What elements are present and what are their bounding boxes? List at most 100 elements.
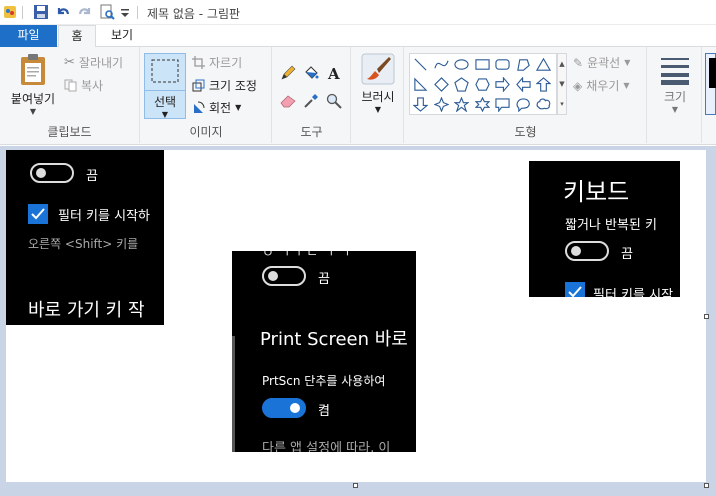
size-group: 크기 ▼	[648, 47, 702, 143]
redo-icon[interactable]	[77, 4, 93, 20]
paste-button[interactable]: 붙여넣기 ▼	[8, 53, 58, 116]
description-text: PrtScn 단추를 사용하여	[262, 374, 386, 388]
chevron-down-icon: ▼	[624, 58, 631, 67]
select-icon	[151, 59, 179, 83]
outline-label: 윤곽선	[587, 56, 621, 70]
brushes-group: 브러시 ▼	[352, 47, 404, 143]
rotate-icon	[194, 101, 205, 113]
ribbon-tabs: 파일 홈 보기	[0, 25, 716, 48]
pasted-screenshot-print-screen: ㅇ ㄱㄱ ㄴ ㄱ ㄱ 끔 Print Screen 바로 PrtScn 단추를 …	[232, 251, 416, 452]
right-arrow-shape-icon[interactable]	[495, 77, 510, 92]
curve-shape-icon[interactable]	[433, 57, 449, 72]
cloud-callout-icon[interactable]	[536, 97, 551, 112]
crop-label: 자르기	[209, 56, 243, 70]
oval-callout-icon[interactable]	[516, 97, 531, 112]
select-button[interactable]: 선택 ▼	[144, 53, 186, 119]
rotate-button[interactable]: 회전 ▼	[192, 99, 241, 116]
color1-button[interactable]	[705, 53, 716, 115]
undo-icon[interactable]	[55, 4, 71, 20]
checkbox-label: 필터 키를 시작	[593, 288, 674, 297]
left-arrow-shape-icon[interactable]	[515, 77, 531, 92]
tab-file[interactable]: 파일	[0, 25, 57, 47]
line-shape-icon[interactable]	[413, 57, 428, 72]
select-label: 선택	[145, 90, 185, 110]
rect-callout-icon[interactable]	[495, 97, 510, 112]
svg-text:A: A	[327, 65, 340, 81]
subheading: 짧거나 반복된 키	[565, 218, 657, 233]
rectangle-shape-icon[interactable]	[474, 57, 490, 72]
four-point-star-icon[interactable]	[433, 97, 449, 112]
fill-bucket-icon[interactable]	[303, 65, 319, 81]
clipped-text: ㅇ ㄱㄱ ㄴ ㄱ ㄱ	[262, 251, 351, 261]
rotate-label: 회전	[209, 101, 232, 115]
chevron-down-icon: ▼	[623, 81, 630, 90]
rounded-rect-shape-icon[interactable]	[495, 57, 510, 72]
chevron-down-icon: ▼	[29, 107, 37, 116]
fill-button[interactable]: ◈ 채우기 ▼	[573, 77, 630, 94]
toggle-state-label: 끔	[86, 169, 98, 184]
scrollbar	[232, 336, 235, 452]
section-heading: Print Screen 바로	[260, 329, 408, 350]
up-arrow-shape-icon[interactable]	[536, 77, 551, 92]
color-picker-icon[interactable]	[303, 93, 319, 109]
page-heading: 키보드	[563, 178, 630, 206]
cut-button[interactable]: ✂ 잘라내기	[64, 54, 123, 71]
right-triangle-shape-icon[interactable]	[413, 77, 428, 92]
polygon-shape-icon[interactable]	[516, 57, 531, 72]
canvas-resize-handle-bottom[interactable]	[353, 483, 358, 488]
clipboard-group-label: 클립보드	[47, 125, 92, 139]
color1-swatch	[709, 58, 716, 88]
clipboard-group: 붙여넣기 ▼ ✂ 잘라내기 복사 클립보드	[0, 47, 140, 143]
image-group-label: 이미지	[189, 125, 223, 139]
section-heading: 바로 가기 키 작	[28, 300, 145, 321]
checkmark-icon	[568, 286, 582, 297]
customize-toolbar-icon[interactable]	[120, 4, 130, 20]
shapes-gallery	[409, 53, 557, 115]
shapes-group: ▲ ▼ ▾ ✎ 윤곽선 ▼ ◈ 채우기 ▼ 도형	[405, 47, 647, 143]
fill-label: 채우기	[586, 79, 620, 93]
toggle-switch-on	[262, 398, 306, 418]
canvas-resize-handle-corner[interactable]	[704, 483, 709, 488]
down-arrow-shape-icon[interactable]	[413, 97, 428, 112]
resize-button[interactable]: 크기 조정	[192, 77, 257, 94]
triangle-shape-icon[interactable]	[536, 57, 551, 72]
magnifier-icon[interactable]	[326, 93, 342, 109]
shapes-scroll[interactable]: ▲ ▼ ▾	[557, 53, 567, 115]
brush-icon	[361, 53, 395, 85]
drawing-canvas[interactable]: 끔 필터 키를 시작하 오른쪽 <Shift> 키를 바로 가기 키 작 ㅇ ㄱ…	[6, 150, 706, 482]
crop-button[interactable]: 자르기	[192, 54, 242, 71]
window-title: 제목 없음 - 그림판	[147, 7, 241, 21]
tab-view[interactable]: 보기	[100, 25, 144, 47]
tab-home[interactable]: 홈	[58, 25, 96, 48]
pencil-icon[interactable]	[280, 65, 296, 81]
brushes-label: 브러시	[361, 90, 395, 104]
hint-text: 오른쪽 <Shift> 키를	[28, 237, 139, 251]
canvas-resize-handle-right[interactable]	[704, 314, 709, 319]
size-button[interactable]: 크기 ▼	[654, 55, 696, 114]
copy-button[interactable]: 복사	[64, 77, 103, 94]
tools-group: A 도구	[273, 47, 351, 143]
outline-button[interactable]: ✎ 윤곽선 ▼	[573, 54, 630, 71]
six-point-star-icon[interactable]	[474, 97, 490, 112]
resize-icon	[192, 79, 205, 92]
hexagon-shape-icon[interactable]	[474, 77, 490, 92]
shapes-group-label: 도형	[514, 125, 537, 139]
checkbox-label: 필터 키를 시작하	[58, 209, 150, 224]
print-preview-icon[interactable]	[99, 4, 115, 20]
outline-icon: ✎	[573, 55, 584, 70]
five-point-star-icon[interactable]	[454, 97, 469, 112]
diamond-shape-icon[interactable]	[433, 77, 449, 92]
ribbon: 붙여넣기 ▼ ✂ 잘라내기 복사 클립보드 선택 ▼ 자르기 크기 조정 회전 …	[0, 47, 716, 145]
oval-shape-icon[interactable]	[454, 57, 469, 72]
copy-label: 복사	[81, 79, 104, 93]
checkbox-checked	[565, 282, 585, 297]
text-icon[interactable]: A	[326, 65, 342, 81]
eraser-icon[interactable]	[280, 93, 296, 109]
toggle-switch-off	[262, 266, 306, 286]
save-icon[interactable]	[33, 4, 49, 20]
toggle-state-label: 끔	[318, 272, 330, 287]
pentagon-shape-icon[interactable]	[454, 77, 469, 92]
brushes-button[interactable]: 브러시 ▼	[356, 53, 400, 114]
toggle-switch-off	[30, 163, 74, 183]
copy-icon	[64, 79, 77, 92]
